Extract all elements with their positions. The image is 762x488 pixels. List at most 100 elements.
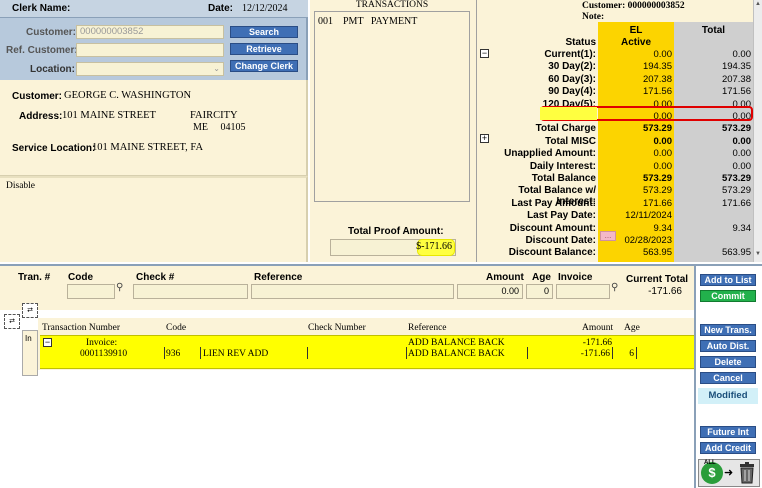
- cell-divider: [527, 347, 528, 359]
- cell-divider: [636, 347, 637, 359]
- balance-row-total-value: 573.29: [721, 185, 751, 196]
- row-age[interactable]: 6: [626, 349, 634, 359]
- row-code-desc: LIEN REV ADD: [203, 349, 269, 359]
- collapse-invoice-icon[interactable]: −: [43, 338, 52, 347]
- status-label: Status: [565, 37, 596, 48]
- scroll-up-icon[interactable]: ▲: [755, 1, 761, 7]
- row-amount[interactable]: -171.66: [570, 349, 610, 359]
- address-line: 101 MAINE STREET: [62, 110, 156, 121]
- add-credit-button[interactable]: Add Credit: [700, 442, 756, 454]
- balance-row-el-value: 171.56: [642, 86, 672, 97]
- invoice-input[interactable]: [556, 284, 610, 299]
- transactions-list[interactable]: [314, 11, 470, 202]
- ref-customer-input[interactable]: [76, 43, 224, 57]
- grid-toggle-icon-1[interactable]: ⇄: [4, 314, 20, 329]
- balance-row-el-value: 207.38: [642, 74, 672, 85]
- balance-row-el-value: 573.29: [642, 123, 672, 134]
- row-code[interactable]: 936: [166, 349, 180, 359]
- change-clerk-button[interactable]: Change Clerk: [230, 60, 298, 72]
- balance-row-label: Last Pay Amount:: [511, 198, 596, 209]
- el-status: Active: [620, 37, 651, 48]
- balance-row-total-value: 194.35: [721, 61, 751, 72]
- age-input[interactable]: 0: [526, 284, 553, 299]
- discount-date-button[interactable]: ...: [600, 231, 616, 241]
- col-reference: Reference: [408, 323, 447, 333]
- balance-row-total-value: 563.95: [721, 247, 751, 258]
- balance-row-total-value: 573.29: [721, 173, 751, 184]
- auto-dist-button[interactable]: Auto Dist.: [700, 340, 756, 352]
- delete-button[interactable]: Delete: [700, 356, 756, 368]
- balance-row-label: Total MISC: [545, 136, 596, 147]
- total-proof-value: $-171.66: [416, 241, 452, 252]
- location-label: Location:: [30, 64, 75, 75]
- grid-toggle-icon-2[interactable]: ⇄: [22, 303, 38, 318]
- balance-row-label: Current(1):: [544, 49, 596, 60]
- current-total-label: Current Total: [626, 274, 689, 285]
- balance-row-el-value: 0.00: [653, 136, 673, 147]
- balance-row-el-value: 12/11/2024: [625, 210, 672, 221]
- customer-search-input[interactable]: 000000003852: [76, 25, 224, 39]
- balance-row-el-value: 0.00: [653, 49, 673, 60]
- code-label: Code: [68, 272, 93, 283]
- col-check-number: Check Number: [308, 323, 366, 333]
- clerk-name-label: Clerk Name:: [12, 3, 71, 14]
- highlight-150-day-fill: [540, 107, 597, 120]
- balances-scrollbar[interactable]: ▲ ▼: [753, 0, 762, 262]
- ref-customer-label: Ref. Customer:: [6, 45, 78, 56]
- new-trans-button[interactable]: New Trans.: [700, 324, 756, 336]
- amount-label: Amount: [486, 272, 524, 283]
- date-label: Date:: [208, 3, 234, 14]
- modified-status-badge: Modified: [698, 388, 758, 404]
- col-amount: Amount: [582, 323, 614, 333]
- location-select[interactable]: ⌄: [76, 62, 224, 76]
- code-input[interactable]: [67, 284, 115, 299]
- invoice-lookup-icon[interactable]: ⚲: [611, 282, 618, 293]
- note-label: Note:: [582, 12, 605, 22]
- balance-row-label: Daily Interest:: [529, 161, 596, 172]
- code-lookup-icon[interactable]: ⚲: [116, 282, 123, 293]
- scroll-down-icon[interactable]: ▼: [755, 251, 761, 257]
- address-state-zip: ME 04105: [193, 122, 246, 133]
- balance-row-el-value: 171.66: [642, 198, 672, 209]
- address-city: FAIRCITY: [190, 110, 238, 121]
- balance-row-label: Unapplied Amount:: [504, 148, 596, 159]
- service-location: 101 MAINE STREET, FA: [92, 142, 204, 153]
- invoice-label: Invoice: [558, 272, 593, 283]
- search-button[interactable]: Search: [230, 26, 298, 38]
- col-age: Age: [624, 323, 640, 333]
- row-check-number[interactable]: [307, 347, 308, 359]
- balance-row-label: Discount Amount:: [509, 223, 596, 234]
- amount-input[interactable]: 0.00: [457, 284, 523, 299]
- total-proof-label: Total Proof Amount:: [348, 226, 444, 237]
- clear-all-button[interactable]: $ ALL ➜: [698, 459, 760, 487]
- balance-row-el-value: 573.29: [642, 185, 672, 196]
- check-input[interactable]: [133, 284, 248, 299]
- balance-row-total-value: 0.00: [732, 136, 752, 147]
- cell-divider: [612, 347, 613, 359]
- balance-row-total-value: 0.00: [732, 161, 752, 172]
- customer-label: Customer:: [12, 91, 63, 102]
- add-to-list-button[interactable]: Add to List: [700, 274, 756, 286]
- balance-row-el-value: 0.00: [653, 161, 673, 172]
- row-transaction-number[interactable]: 0001139910: [80, 349, 127, 359]
- balance-row-label: Discount Balance:: [508, 247, 596, 258]
- balance-row-label: Total Balance: [531, 173, 596, 184]
- side-tab[interactable]: In: [22, 330, 38, 376]
- cell-divider: [200, 347, 201, 359]
- reference-input[interactable]: [251, 284, 454, 299]
- balance-row-total-value: 573.29: [721, 123, 751, 134]
- service-location-label: Service Location:: [12, 143, 96, 154]
- balance-row-total-value: 9.34: [732, 223, 752, 234]
- col-transaction-number: Transaction Number: [42, 323, 121, 333]
- balance-row-total-value: 0.00: [732, 148, 752, 159]
- row-reference[interactable]: ADD BALANCE BACK: [408, 349, 505, 359]
- retrieve-button[interactable]: Retrieve: [230, 43, 298, 55]
- customer-name: GEORGE C. WASHINGTON: [64, 90, 192, 101]
- future-int-button[interactable]: Future Int: [700, 426, 756, 438]
- date-value: 12/12/2024: [242, 3, 288, 14]
- cancel-button[interactable]: Cancel: [700, 372, 756, 384]
- disable-text: Disable: [6, 181, 36, 191]
- commit-button[interactable]: Commit: [700, 290, 756, 302]
- balance-row-label: 30 Day(2):: [548, 61, 596, 72]
- transaction-item[interactable]: 001 PMT PAYMENT: [318, 16, 417, 27]
